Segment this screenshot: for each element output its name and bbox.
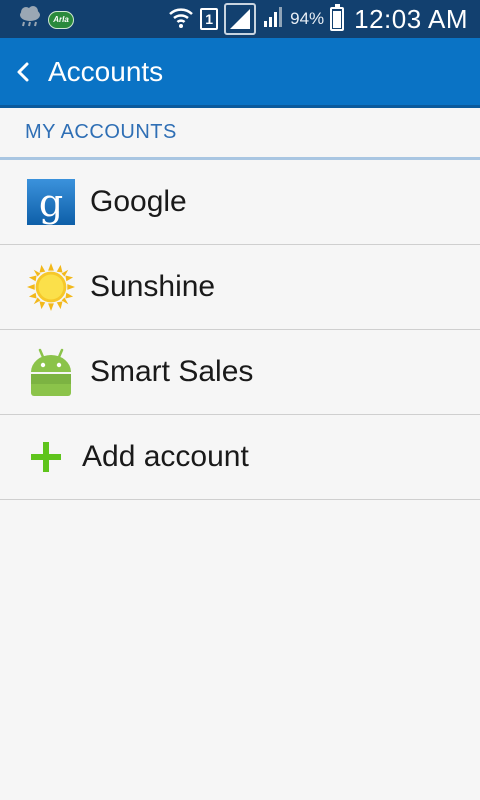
account-item-sunshine[interactable]: Sunshine	[0, 245, 480, 330]
account-item-google[interactable]: g Google	[0, 160, 480, 245]
account-label: Smart Sales	[90, 355, 254, 388]
status-bar: Arla 1 94% 12:03 AM	[0, 0, 480, 38]
account-label: Google	[90, 185, 187, 218]
sun-icon	[27, 263, 75, 311]
account-item-smart-sales[interactable]: Smart Sales	[0, 330, 480, 415]
account-list: g Google Sunshine Smart Sales Add accoun…	[0, 160, 480, 500]
section-header: MY ACCOUNTS	[0, 108, 480, 160]
svg-text:g: g	[39, 181, 63, 225]
back-button[interactable]: Accounts	[0, 38, 220, 105]
sim-icon: 1	[200, 8, 219, 30]
page-title: Accounts	[48, 55, 164, 87]
notification-icons: Arla	[18, 6, 74, 33]
android-icon	[27, 348, 75, 396]
battery-percent: 94%	[290, 9, 325, 28]
system-icons: 1 94% 12:03 AM	[168, 0, 468, 38]
add-account-label: Add account	[82, 440, 249, 473]
action-bar: Accounts	[0, 38, 480, 108]
battery-fill	[333, 11, 342, 28]
plus-icon	[28, 433, 64, 481]
signal-icon	[224, 3, 257, 35]
signal-icon	[262, 6, 284, 33]
battery-icon	[330, 4, 345, 31]
add-account-button[interactable]: Add account	[0, 415, 480, 500]
chevron-left-icon	[12, 61, 34, 83]
clock: 12:03 AM	[354, 3, 468, 34]
weather-rain-icon	[18, 6, 42, 33]
account-label: Sunshine	[90, 270, 216, 303]
google-icon: g	[27, 178, 75, 226]
wifi-icon	[168, 4, 194, 35]
arla-logo-icon: Arla	[48, 10, 74, 29]
